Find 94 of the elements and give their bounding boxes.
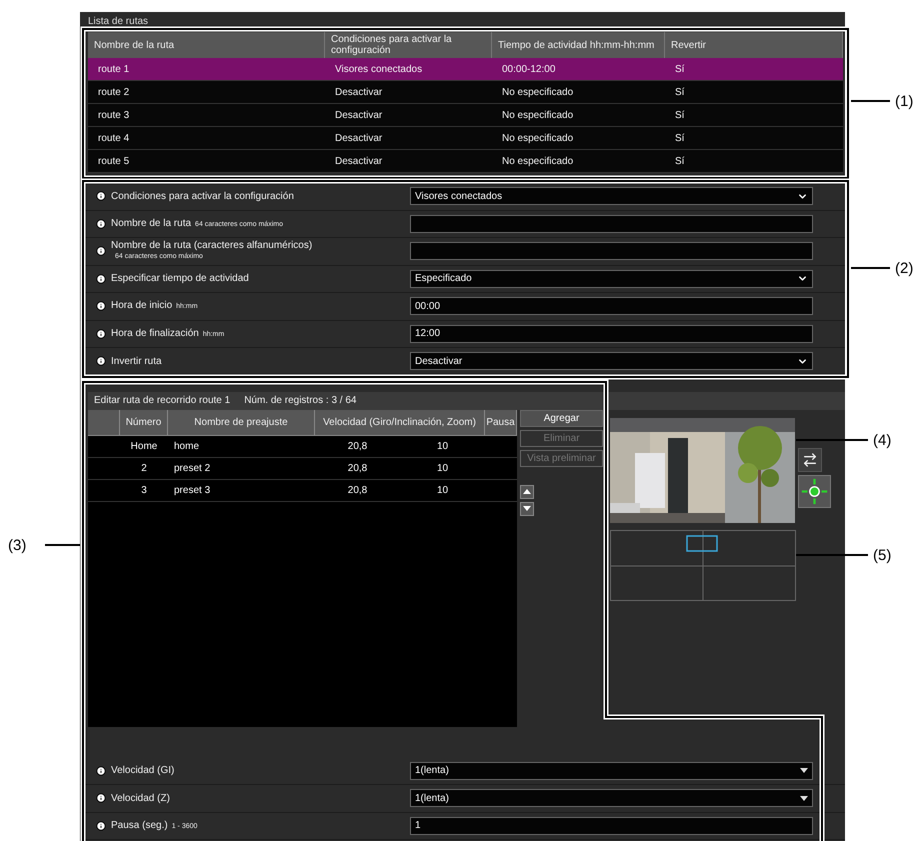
column-header: Pausa bbox=[485, 410, 517, 436]
action-button[interactable]: Agregar bbox=[520, 410, 603, 426]
table-cell: Home bbox=[120, 436, 168, 458]
table-cell: 3 bbox=[120, 480, 168, 502]
table-cell[interactable]: Sí bbox=[665, 150, 843, 173]
info-icon bbox=[96, 301, 106, 312]
column-header: Nombre de la ruta bbox=[88, 32, 325, 58]
table-cell[interactable]: Desactivar bbox=[325, 150, 492, 173]
section-title: Editar ruta de recorrido route 1 bbox=[94, 395, 230, 406]
crosshair-icon[interactable] bbox=[798, 474, 831, 508]
select-field[interactable]: 1(lenta) bbox=[410, 762, 813, 780]
field-label: Nombre de la ruta (caracteres alfanuméricos) bbox=[111, 240, 312, 252]
table-cell[interactable]: 00:00-12:00 bbox=[492, 58, 665, 81]
leader-line bbox=[851, 100, 890, 102]
info-icon bbox=[96, 766, 106, 776]
column-header: Número bbox=[120, 410, 168, 436]
input-field[interactable] bbox=[410, 214, 813, 233]
callout-label: (3) bbox=[8, 537, 26, 554]
field-label: Nombre de la ruta bbox=[111, 218, 192, 229]
column-header: Nombre de preajuste bbox=[168, 410, 315, 436]
input-field[interactable]: 12:00 bbox=[410, 324, 813, 343]
table-cell[interactable]: route 2 bbox=[88, 81, 325, 104]
table-cell[interactable]: route 4 bbox=[88, 127, 325, 150]
field-label: Condiciones para activar la configuración bbox=[111, 190, 294, 202]
table-cell[interactable]: Sí bbox=[665, 127, 843, 150]
info-icon bbox=[96, 820, 106, 831]
table-cell[interactable]: Visores conectados bbox=[325, 58, 492, 81]
table-cell[interactable]: route 5 bbox=[88, 150, 325, 173]
leader-line bbox=[45, 544, 80, 546]
table-cell: preset 2 bbox=[168, 458, 315, 480]
table-cell: home bbox=[168, 436, 315, 458]
field-label: Velocidad (GI) bbox=[111, 765, 174, 776]
dropdown-icon bbox=[800, 768, 808, 774]
table-cell[interactable]: No especificado bbox=[492, 104, 665, 127]
table-cell[interactable]: Sí bbox=[665, 104, 843, 127]
info-icon bbox=[96, 191, 106, 202]
table-cell: 20,8 bbox=[315, 480, 400, 502]
info-icon bbox=[96, 274, 106, 284]
callout-label: (5) bbox=[873, 547, 892, 564]
callout-label: (1) bbox=[895, 93, 914, 110]
table-cell[interactable]: route 3 bbox=[88, 104, 325, 127]
table-cell[interactable]: No especificado bbox=[492, 81, 665, 104]
select-field[interactable]: Visores conectados bbox=[410, 187, 813, 206]
table-cell: 20,8 bbox=[315, 436, 400, 458]
select-field[interactable]: Desactivar bbox=[410, 352, 813, 370]
move-down-button[interactable] bbox=[520, 502, 534, 516]
up-arrow-icon bbox=[523, 489, 531, 494]
select-field[interactable]: 1(lenta) bbox=[410, 789, 813, 808]
field-label: Pausa (seg.) bbox=[111, 820, 168, 831]
input-field[interactable]: 00:00 bbox=[410, 297, 813, 316]
table-cell: 10 bbox=[400, 436, 485, 458]
callout-label: (4) bbox=[873, 432, 892, 449]
move-up-button[interactable] bbox=[520, 484, 534, 498]
dropdown-icon bbox=[800, 796, 808, 801]
leader-line bbox=[851, 267, 890, 269]
field-label: Hora de inicio bbox=[111, 300, 172, 312]
table-cell: 10 bbox=[400, 480, 485, 502]
column-header: Revertir bbox=[665, 32, 843, 58]
table-cell: 10 bbox=[400, 458, 485, 480]
field-label: Velocidad (Z) bbox=[111, 792, 170, 804]
table-cell[interactable]: Sí bbox=[665, 81, 843, 104]
position-map[interactable] bbox=[610, 530, 796, 600]
column-header: Condiciones para activar la configuración bbox=[325, 32, 492, 58]
field-label: Invertir ruta bbox=[111, 356, 162, 367]
info-icon bbox=[96, 793, 106, 804]
callout-label: (2) bbox=[895, 260, 914, 277]
field-label: Especificar tiempo de actividad bbox=[111, 273, 249, 284]
table-cell[interactable]: route 1 bbox=[88, 58, 325, 81]
table-cell[interactable]: No especificado bbox=[492, 127, 665, 150]
column-header: Tiempo de actividad hh:mm-hh:mm bbox=[492, 32, 665, 58]
leader-line bbox=[796, 439, 868, 441]
record-count: Núm. de registros : 3 / 64 bbox=[244, 395, 356, 406]
leader-line bbox=[796, 554, 868, 556]
table-cell[interactable]: No especificado bbox=[492, 150, 665, 173]
table-cell[interactable]: Desactivar bbox=[325, 104, 492, 127]
input-field[interactable] bbox=[410, 242, 813, 260]
info-icon bbox=[96, 356, 106, 366]
field-label: Hora de finalización bbox=[111, 328, 199, 339]
info-icon bbox=[96, 246, 106, 256]
select-field[interactable]: Especificado bbox=[410, 270, 813, 288]
column-header bbox=[88, 410, 120, 436]
column-header: Velocidad (Giro/Inclinación, Zoom) bbox=[315, 410, 485, 436]
table-cell: preset 3 bbox=[168, 480, 315, 502]
down-arrow-icon bbox=[523, 506, 531, 511]
swap-arrows-icon[interactable] bbox=[798, 448, 822, 472]
table-cell[interactable]: Desactivar bbox=[325, 127, 492, 150]
info-icon bbox=[96, 218, 106, 229]
input-field[interactable]: 1 bbox=[410, 816, 813, 835]
panel-title: Lista de rutas bbox=[88, 16, 148, 26]
table-cell[interactable]: Sí bbox=[665, 58, 843, 81]
info-icon bbox=[96, 328, 106, 339]
table-cell: 20,8 bbox=[315, 458, 400, 480]
table-cell[interactable]: Desactivar bbox=[325, 81, 492, 104]
table-cell: 2 bbox=[120, 458, 168, 480]
